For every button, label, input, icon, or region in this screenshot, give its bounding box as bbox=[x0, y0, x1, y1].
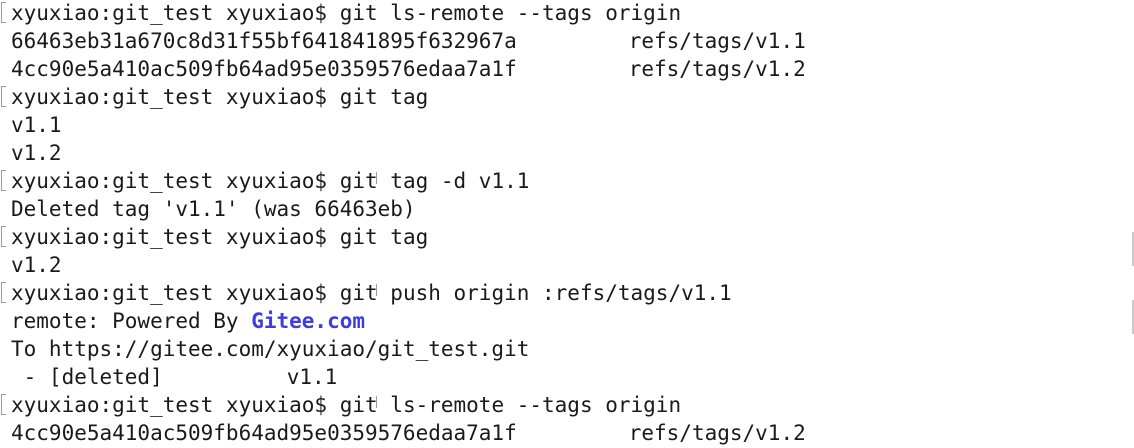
prompt: xyuxiao:git_test xyuxiao$ bbox=[11, 225, 328, 249]
output-line: Deleted tag 'v1.1' (was 66463eb) bbox=[11, 197, 416, 221]
prompt: xyuxiao:git_test xyuxiao$ bbox=[11, 169, 328, 193]
prompt: xyuxiao:git_test xyuxiao$ bbox=[11, 85, 328, 109]
deleted-ref: v1.1 bbox=[286, 365, 338, 389]
prompt-line: xyuxiao:git_test xyuxiao$ git push origi… bbox=[0, 279, 806, 307]
prompt-line: xyuxiao:git_test xyuxiao$ git ls-remote … bbox=[0, 0, 806, 27]
line-mark-icon bbox=[1, 394, 6, 415]
ref-hash: 4cc90e5a410ac509fb64ad95e0359576edaa7a1f bbox=[11, 57, 517, 81]
line-mark-icon bbox=[1, 170, 6, 191]
terminal-window[interactable]: xyuxiao:git_test xyuxiao$ git ls-remote … bbox=[0, 0, 1134, 448]
command: git ls-remote --tags origin bbox=[339, 393, 682, 417]
prompt-line: xyuxiao:git_test xyuxiao$ git ls-remote … bbox=[0, 391, 806, 419]
prompt-line: xyuxiao:git_test xyuxiao$ git tag bbox=[0, 83, 806, 111]
prompt-line: xyuxiao:git_test xyuxiao$ git tag -d v1.… bbox=[0, 167, 806, 195]
terminal-output: xyuxiao:git_test xyuxiao$ git ls-remote … bbox=[0, 0, 806, 447]
ref-name: refs/tags/v1.1 bbox=[628, 29, 806, 53]
command: git tag bbox=[339, 85, 429, 109]
ref-line: 66463eb31a670c8d31f55bf641841895f632967a… bbox=[0, 27, 806, 55]
line-mark-icon bbox=[1, 2, 6, 23]
deleted-status: - [deleted] bbox=[11, 365, 163, 389]
mouse-cursor-icon bbox=[376, 284, 377, 296]
ref-name: refs/tags/v1.2 bbox=[628, 57, 806, 81]
remote-line: remote: Powered By Gitee.com bbox=[0, 307, 806, 335]
prompt-line: xyuxiao:git_test xyuxiao$ git tag bbox=[0, 223, 806, 251]
output-line: v1.2 bbox=[11, 253, 62, 277]
line-mark-icon bbox=[1, 282, 6, 303]
prompt: xyuxiao:git_test xyuxiao$ bbox=[11, 1, 328, 25]
ref-hash: 4cc90e5a410ac509fb64ad95e0359576edaa7a1f bbox=[11, 421, 517, 445]
mouse-cursor-icon bbox=[376, 172, 377, 184]
line-mark-icon bbox=[1, 86, 6, 107]
ref-line: 4cc90e5a410ac509fb64ad95e0359576edaa7a1f… bbox=[0, 419, 806, 447]
command: git push origin :refs/tags/v1.1 bbox=[339, 281, 732, 305]
ref-line: 4cc90e5a410ac509fb64ad95e0359576edaa7a1f… bbox=[0, 55, 806, 83]
command: git tag bbox=[339, 225, 429, 249]
remote-prefix: remote: Powered By bbox=[11, 309, 252, 333]
prompt: xyuxiao:git_test xyuxiao$ bbox=[11, 281, 328, 305]
command: git tag -d v1.1 bbox=[339, 169, 530, 193]
line-mark-icon bbox=[1, 226, 6, 247]
prompt: xyuxiao:git_test xyuxiao$ bbox=[11, 393, 328, 417]
gitee-link[interactable]: Gitee.com bbox=[251, 309, 365, 333]
output-line: v1.1 bbox=[11, 113, 62, 137]
mouse-cursor-icon bbox=[376, 396, 377, 408]
ref-name: refs/tags/v1.2 bbox=[628, 421, 806, 445]
output-line: v1.2 bbox=[11, 141, 62, 165]
output-line: To https://gitee.com/xyuxiao/git_test.gi… bbox=[11, 337, 530, 361]
ref-hash: 66463eb31a670c8d31f55bf641841895f632967a bbox=[11, 29, 517, 53]
command: git ls-remote --tags origin bbox=[339, 1, 682, 25]
deleted-line: - [deleted] v1.1 bbox=[0, 363, 806, 391]
